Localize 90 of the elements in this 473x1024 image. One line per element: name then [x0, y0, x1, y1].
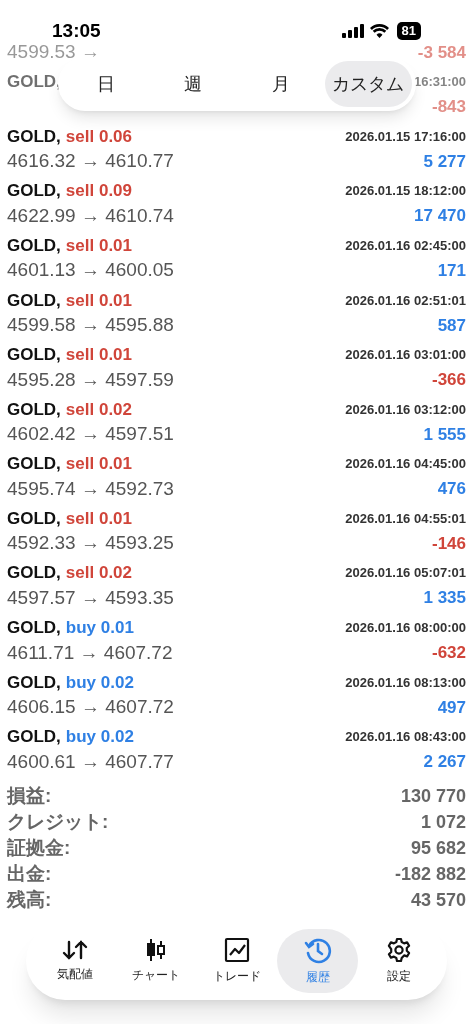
profit-value: 497 — [437, 696, 466, 719]
symbol-label: GOLD, — [7, 71, 61, 94]
profit-value: 171 — [437, 259, 466, 282]
trade-time: 2026.01.16 08:43:00 — [345, 728, 466, 747]
price-range: 4597.57 → 4593.35 — [7, 586, 174, 610]
profit-value: 1 335 — [423, 587, 466, 610]
trade-side: sell 0.06 — [65, 125, 132, 148]
profit-value: 2 267 — [423, 751, 466, 774]
summary-value: 1 072 — [420, 810, 466, 834]
summary-label: 損益: — [7, 784, 52, 809]
trade-side: sell 0.09 — [65, 180, 132, 203]
period-tab[interactable]: カスタム — [324, 61, 412, 107]
profit-value: -3 584 — [417, 41, 466, 64]
trade-time: 2026.01.16 02:45:00 — [345, 236, 466, 255]
profit-value: 476 — [437, 478, 466, 501]
profit-value: -632 — [431, 642, 466, 665]
trade-time: 2026.01.16 03:12:00 — [345, 400, 466, 419]
symbol-label: GOLD, — [7, 617, 61, 640]
trade-side: buy 0.02 — [65, 726, 134, 749]
history-icon — [303, 936, 332, 964]
price-range: 4599.58 → 4595.88 — [7, 313, 174, 337]
summary-label: 証拠金: — [7, 836, 71, 861]
period-tab[interactable]: 週 — [149, 61, 237, 107]
trade-side: sell 0.01 — [65, 453, 132, 476]
trade-side: sell 0.01 — [65, 289, 132, 312]
trade-time: 2026.01.15 18:12:00 — [345, 182, 466, 201]
period-tab[interactable]: 月 — [237, 61, 325, 107]
nav-tab[interactable]: 気配値 — [34, 929, 115, 993]
summary-label: クレジット: — [7, 810, 109, 835]
profit-value: 5 277 — [423, 150, 466, 173]
price-range: 4601.13 → 4600.05 — [7, 258, 174, 283]
price-range: 4622.99 → 4610.74 — [7, 203, 174, 228]
profit-value: -843 — [431, 96, 466, 119]
profit-value: -366 — [431, 369, 466, 392]
trade-time: 2026.01.16 04:55:01 — [345, 509, 466, 528]
trade-time: 2026.01.16 04:45:00 — [345, 455, 466, 474]
battery-indicator: 81 — [396, 22, 421, 40]
trade-side: sell 0.02 — [65, 562, 132, 585]
nav-tab[interactable]: トレード — [196, 929, 277, 993]
trade-side: sell 0.01 — [65, 344, 132, 367]
settings-icon — [385, 937, 412, 963]
clock-time: 13:05 — [52, 18, 101, 43]
trade-time: 2026.01.16 08:00:00 — [345, 619, 466, 638]
symbol-label: GOLD, — [7, 289, 61, 312]
trade-time: 2026.01.16 05:07:01 — [345, 564, 466, 583]
price-range: 4606.15 → 4607.72 — [7, 695, 174, 720]
price-range: 4592.33 → 4593.25 — [7, 531, 174, 556]
symbol-label: GOLD, — [7, 453, 61, 476]
profit-value: 17 470 — [414, 205, 466, 228]
price-range: 4602.42 → 4597.51 — [7, 422, 174, 447]
trade-time: 2026.01.16 08:13:00 — [345, 673, 466, 692]
arrows-icon — [61, 939, 88, 961]
trade-time: 16:31:00 — [413, 73, 466, 92]
profit-value: 587 — [437, 314, 466, 337]
wifi-icon — [369, 24, 389, 38]
symbol-label: GOLD, — [7, 398, 61, 421]
trade-side: buy 0.02 — [65, 671, 134, 694]
trade-side: sell 0.02 — [65, 398, 132, 421]
nav-tab[interactable]: 履歴 — [277, 929, 358, 993]
summary-value: -182 882 — [394, 862, 466, 886]
symbol-label: GOLD, — [7, 671, 61, 694]
trade-time: 2026.01.15 17:16:00 — [345, 127, 466, 146]
symbol-label: GOLD, — [7, 507, 61, 530]
symbol-label: GOLD, — [7, 180, 61, 203]
summary-label: 残高: — [7, 888, 52, 913]
signal-icon — [341, 24, 364, 38]
profit-value: -146 — [431, 532, 466, 555]
symbol-label: GOLD, — [7, 726, 61, 749]
price-range: 4600.61 → 4607.77 — [7, 749, 174, 774]
profit-value: 1 555 — [423, 423, 466, 446]
summary-value: 130 770 — [400, 784, 466, 808]
trade-time: 2026.01.16 02:51:01 — [345, 291, 466, 310]
symbol-label: GOLD, — [7, 344, 61, 367]
price-range: 4595.28 → 4597.59 — [7, 367, 174, 392]
nav-tab[interactable]: チャート — [115, 929, 196, 993]
summary-label: 出金: — [7, 862, 52, 887]
price-range: 4611.71 → 4607.72 — [7, 640, 173, 665]
symbol-label: GOLD, — [7, 125, 61, 148]
summary-value: 95 682 — [410, 836, 466, 860]
price-range: 4616.32 → 4610.77 — [7, 149, 174, 174]
symbol-label: GOLD, — [7, 562, 61, 585]
trade-time: 2026.01.16 03:01:00 — [345, 346, 466, 365]
line-chart-icon — [223, 937, 250, 963]
summary-value: 43 570 — [410, 888, 466, 912]
trade-side: sell 0.01 — [65, 234, 132, 257]
nav-tab[interactable]: 設定 — [358, 929, 439, 993]
symbol-label: GOLD, — [7, 234, 61, 257]
trade-side: sell 0.01 — [65, 507, 132, 530]
price-range: 4595.74 → 4592.73 — [7, 476, 174, 501]
trade-side: buy 0.01 — [65, 617, 134, 640]
